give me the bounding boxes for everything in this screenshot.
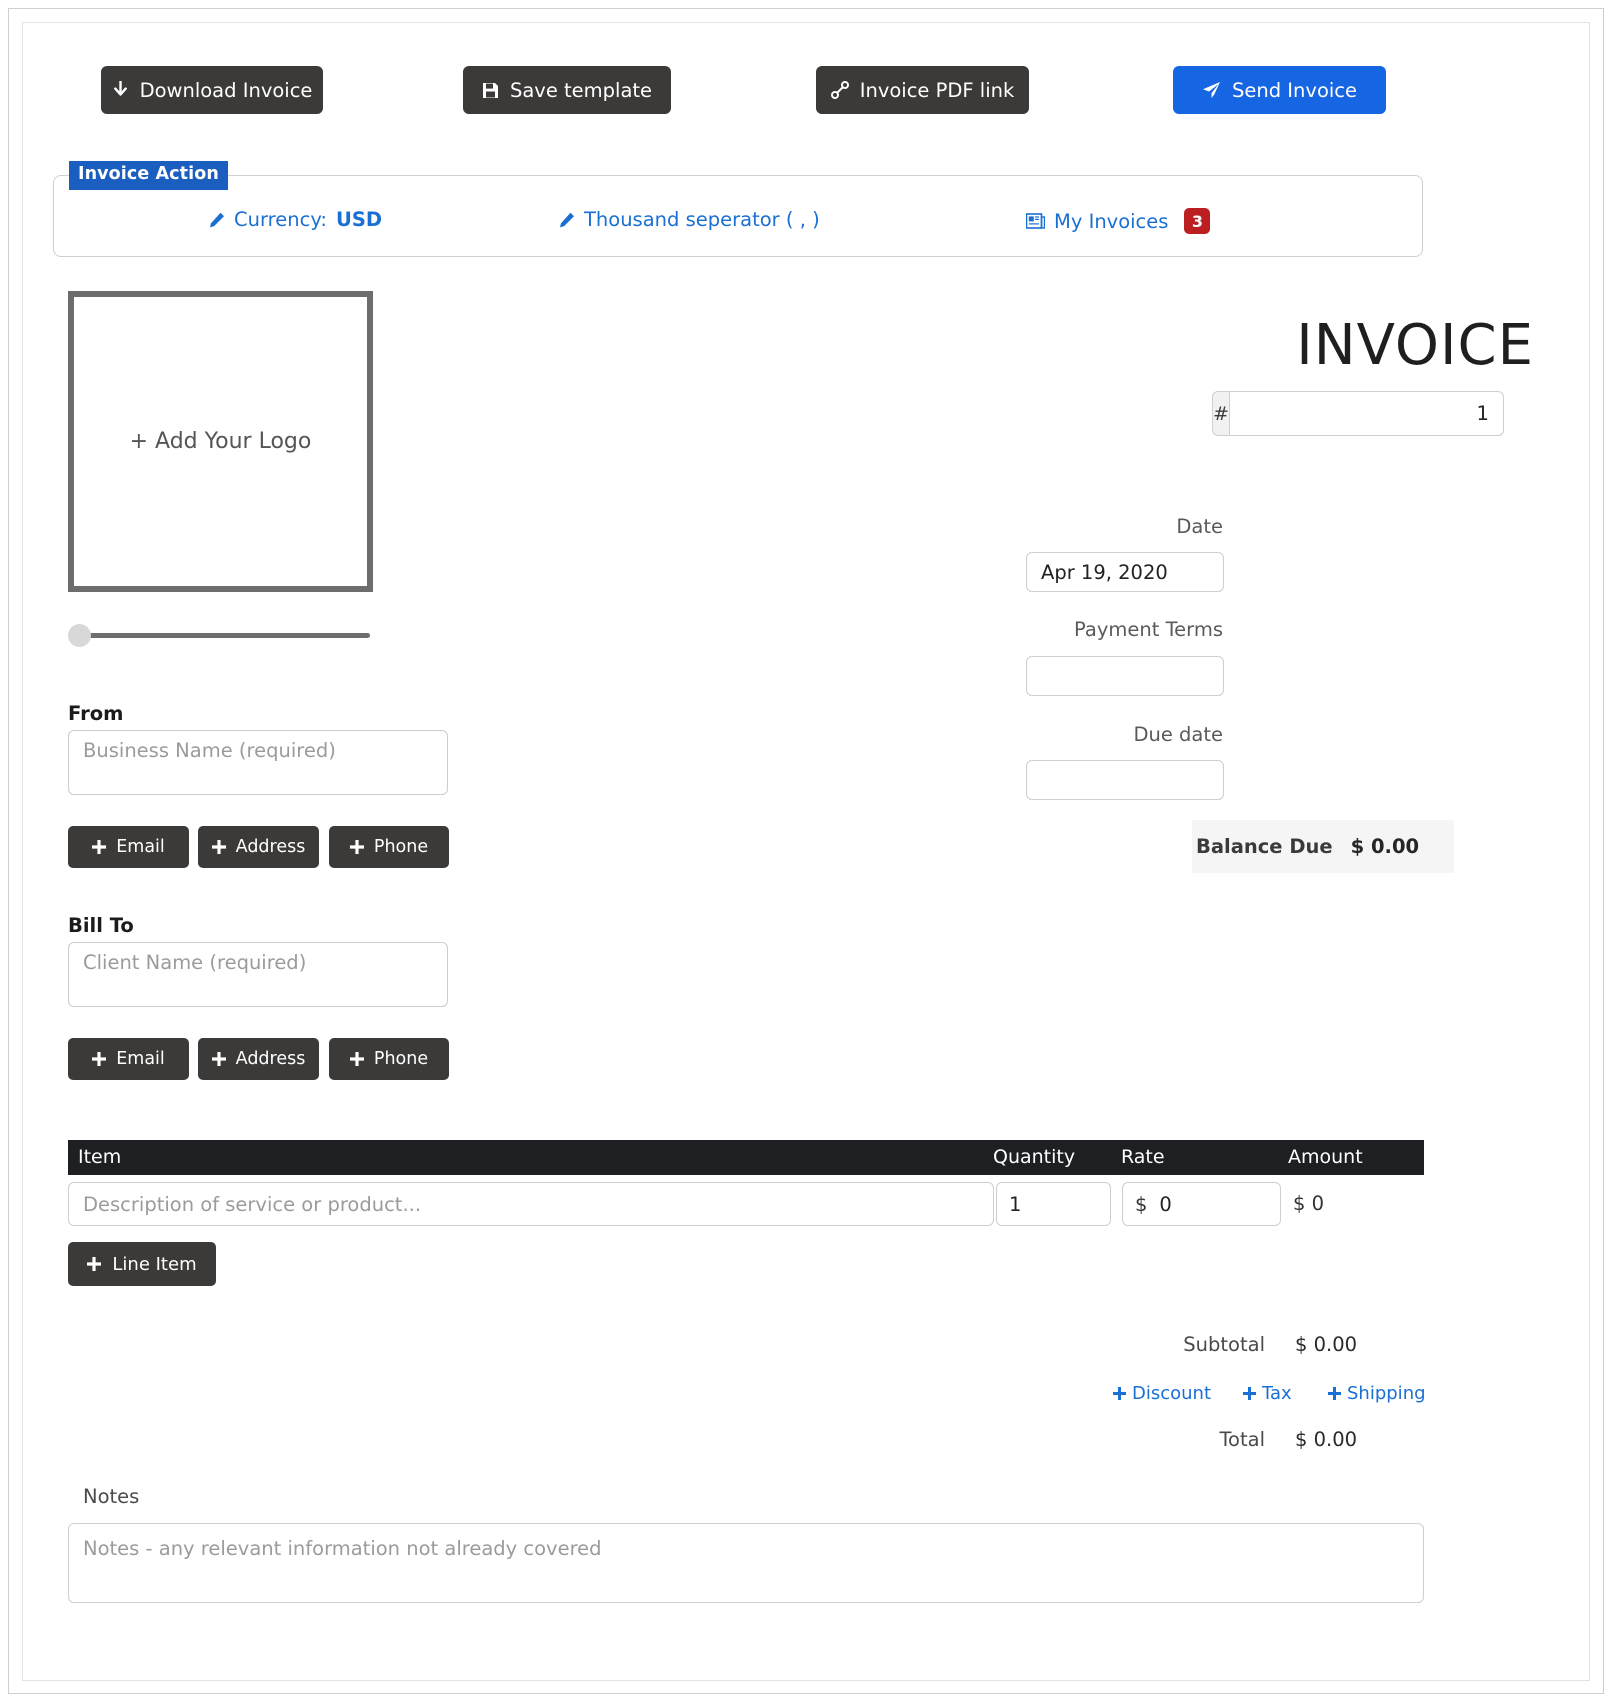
- bill-to-add-phone-label: Phone: [373, 1049, 429, 1069]
- slider-thumb[interactable]: [68, 624, 91, 647]
- subtotal-label: Subtotal: [1183, 1333, 1265, 1356]
- plus-icon: [92, 1052, 107, 1066]
- date-input[interactable]: [1026, 552, 1224, 592]
- from-add-address-label: Address: [235, 837, 306, 857]
- add-shipping-label: Shipping: [1347, 1383, 1426, 1404]
- totals-add-links: Discount Tax Shipping: [1113, 1383, 1426, 1409]
- paper-plane-icon: [1202, 81, 1221, 99]
- hash-icon: #: [1212, 391, 1230, 436]
- plus-icon: [1113, 1387, 1126, 1400]
- download-icon: [112, 81, 129, 99]
- add-line-item-button[interactable]: Line Item: [68, 1242, 216, 1286]
- item-rate-field[interactable]: $: [1122, 1182, 1281, 1226]
- balance-due-label: Balance Due: [1196, 835, 1333, 858]
- plus-icon: [87, 1257, 102, 1271]
- send-invoice-label: Send Invoice: [1231, 78, 1358, 102]
- plus-icon: [211, 840, 226, 854]
- notes-label: Notes: [83, 1485, 140, 1508]
- plus-icon: [349, 840, 364, 854]
- from-add-email-label: Email: [116, 837, 165, 857]
- items-table-header: Item Quantity Rate Amount: [68, 1140, 1424, 1175]
- invoice-number-input[interactable]: [1229, 391, 1504, 436]
- total-value: $ 0.00: [1295, 1428, 1358, 1451]
- bill-to-section-label: Bill To: [68, 914, 134, 937]
- thousand-separator-label: Thousand seperator ( , ): [584, 208, 820, 231]
- toolbar: Download Invoice Save template Invoice P…: [23, 66, 1589, 122]
- date-label: Date: [1176, 515, 1223, 538]
- bill-to-add-address-button[interactable]: Address: [198, 1038, 319, 1080]
- invoice-action-panel: Invoice Action Currency: USD Thousand se…: [53, 161, 1423, 257]
- page-title: INVOICE: [1296, 313, 1534, 378]
- from-add-address-button[interactable]: Address: [198, 826, 319, 868]
- bill-to-add-email-button[interactable]: Email: [68, 1038, 189, 1080]
- subtotal-value: $ 0.00: [1295, 1333, 1358, 1356]
- add-logo-label: + Add Your Logo: [129, 429, 312, 454]
- plus-icon: [211, 1052, 226, 1066]
- logo-size-slider[interactable]: [68, 621, 373, 651]
- my-invoices-count-badge: 3: [1184, 208, 1211, 234]
- item-amount-value: $ 0: [1293, 1192, 1325, 1215]
- invoice-action-links: Currency: USD Thousand seperator ( , ) M…: [54, 208, 1422, 240]
- add-tax-link[interactable]: Tax: [1243, 1383, 1292, 1404]
- my-invoices-link[interactable]: My Invoices 3: [1026, 208, 1211, 234]
- pencil-icon: [559, 212, 575, 228]
- plus-icon: [92, 840, 107, 854]
- download-invoice-label: Download Invoice: [139, 78, 313, 102]
- invoice-action-legend: Invoice Action: [69, 161, 228, 190]
- item-description-input[interactable]: [68, 1182, 994, 1226]
- bill-to-add-phone-button[interactable]: Phone: [329, 1038, 449, 1080]
- item-rate-input[interactable]: [1157, 1191, 1280, 1217]
- payment-terms-label: Payment Terms: [1074, 618, 1223, 641]
- thousand-separator-link[interactable]: Thousand seperator ( , ): [559, 208, 820, 231]
- column-header-rate: Rate: [1121, 1146, 1165, 1168]
- currency-symbol: $: [1135, 1192, 1148, 1216]
- column-header-amount: Amount: [1288, 1146, 1363, 1168]
- download-invoice-button[interactable]: Download Invoice: [101, 66, 323, 114]
- add-line-item-label: Line Item: [112, 1253, 197, 1275]
- invoice-number-group: #: [1212, 391, 1504, 436]
- balance-due-panel: Balance Due $ 0.00: [1192, 820, 1454, 873]
- add-logo-dropzone[interactable]: + Add Your Logo: [68, 291, 373, 592]
- balance-due-value: $ 0.00: [1350, 835, 1420, 858]
- add-tax-label: Tax: [1262, 1383, 1292, 1404]
- my-invoices-label: My Invoices: [1054, 209, 1169, 233]
- plus-icon: [1243, 1387, 1256, 1400]
- slider-track: [78, 633, 370, 638]
- send-invoice-button[interactable]: Send Invoice: [1173, 66, 1386, 114]
- from-add-phone-label: Phone: [373, 837, 429, 857]
- invoice-pdf-link-button[interactable]: Invoice PDF link: [816, 66, 1029, 114]
- total-label: Total: [1219, 1428, 1265, 1451]
- add-discount-label: Discount: [1132, 1383, 1212, 1404]
- from-add-email-button[interactable]: Email: [68, 826, 189, 868]
- plus-icon: [1328, 1387, 1341, 1400]
- currency-value: USD: [336, 208, 383, 231]
- currency-prefix-label: Currency:: [234, 208, 328, 231]
- save-template-button[interactable]: Save template: [463, 66, 671, 114]
- from-add-phone-button[interactable]: Phone: [329, 826, 449, 868]
- currency-link[interactable]: Currency: USD: [209, 208, 382, 231]
- bill-to-add-address-label: Address: [235, 1049, 306, 1069]
- link-icon: [830, 81, 849, 99]
- from-section-label: From: [68, 702, 124, 725]
- bill-to-add-email-label: Email: [116, 1049, 165, 1069]
- column-header-item: Item: [78, 1146, 122, 1168]
- notes-input[interactable]: [68, 1523, 1424, 1603]
- column-header-quantity: Quantity: [993, 1146, 1076, 1168]
- plus-icon: [349, 1052, 364, 1066]
- payment-terms-input[interactable]: [1026, 656, 1224, 696]
- page-frame: Download Invoice Save template Invoice P…: [8, 8, 1604, 1694]
- save-template-label: Save template: [509, 78, 653, 102]
- pencil-icon: [209, 212, 225, 228]
- bill-to-client-name-input[interactable]: [68, 942, 448, 1007]
- item-quantity-input[interactable]: [996, 1182, 1111, 1226]
- add-discount-link[interactable]: Discount: [1113, 1383, 1211, 1404]
- invoice-canvas: Download Invoice Save template Invoice P…: [22, 22, 1590, 1681]
- newspaper-icon: [1026, 213, 1045, 229]
- due-date-input[interactable]: [1026, 760, 1224, 800]
- due-date-label: Due date: [1133, 723, 1223, 746]
- from-business-name-input[interactable]: [68, 730, 448, 795]
- invoice-pdf-link-label: Invoice PDF link: [859, 78, 1015, 102]
- floppy-disk-icon: [482, 82, 499, 99]
- add-shipping-link[interactable]: Shipping: [1328, 1383, 1426, 1404]
